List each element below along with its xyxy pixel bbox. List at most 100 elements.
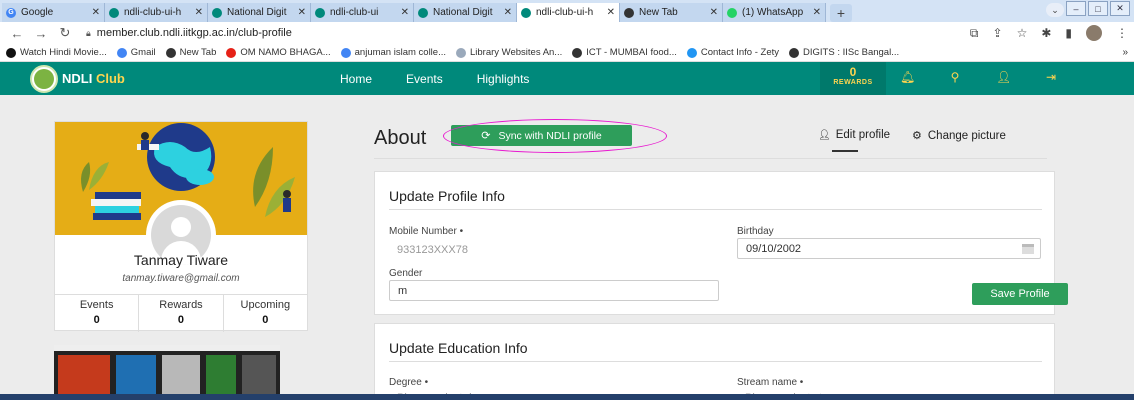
nav-link-highlights[interactable]: Highlights	[477, 72, 530, 86]
forward-icon[interactable]: →	[32, 26, 50, 41]
side-panel-icon[interactable]: ▮	[1065, 26, 1072, 40]
gender-field[interactable]: m	[389, 280, 719, 301]
gear-icon: ⚙	[912, 130, 922, 142]
profile-avatar-icon[interactable]	[1086, 25, 1102, 41]
search-icon[interactable]: ⚲	[948, 70, 962, 84]
user-icon[interactable]: 👤︎	[996, 70, 1011, 84]
card-heading: Update Education Info	[389, 340, 528, 356]
update-education-card: Update Education Info Degree • Please se…	[374, 323, 1055, 400]
bookmark-label: Contact Info - Zety	[700, 47, 780, 58]
bookmark-item[interactable]: ICT - MUMBAI food...	[572, 47, 677, 58]
browser-tab[interactable]: New Tab ✕	[620, 3, 723, 22]
browser-tab[interactable]: (1) WhatsApp ✕	[723, 3, 826, 22]
tab-close-icon[interactable]: ✕	[710, 7, 718, 18]
new-tab-button[interactable]: +	[830, 4, 852, 22]
tab-search-chevron-icon[interactable]: ⌄	[1046, 3, 1064, 17]
back-icon[interactable]: ←	[8, 26, 26, 41]
tab-close-icon[interactable]: ✕	[607, 7, 615, 18]
bookmark-favicon-icon	[572, 47, 583, 58]
browser-tab[interactable]: ndli-club-ui ✕	[311, 3, 414, 22]
browser-menu-icon[interactable]: ⋮	[1116, 26, 1128, 40]
tab-close-icon[interactable]: ✕	[401, 7, 409, 18]
user-icon: 👤︎	[818, 129, 831, 141]
profile-card: Tanmay Tiware tanmay.tiware@gmail.com Ev…	[54, 121, 308, 332]
bookmark-item[interactable]: Gmail	[116, 47, 156, 58]
nav-link-home[interactable]: Home	[340, 72, 372, 86]
bookmark-item[interactable]: Library Websites An...	[456, 47, 562, 58]
calendar-icon[interactable]	[1022, 244, 1034, 254]
highlight-thumbnail[interactable]	[54, 345, 280, 400]
stream-label: Stream name •	[737, 377, 804, 388]
share-icon[interactable]: ⇪	[993, 26, 1003, 40]
tab-title: New Tab	[639, 7, 678, 18]
birthday-field[interactable]: 09/10/2002	[737, 238, 1041, 259]
browser-tab[interactable]: G Google ✕	[2, 3, 105, 22]
bookmarks-overflow-icon[interactable]: »	[1122, 47, 1128, 58]
browser-tab[interactable]: ndli-club-ui-h ✕	[517, 3, 620, 22]
card-heading: Update Profile Info	[389, 188, 505, 204]
ndli-logo[interactable]	[30, 65, 58, 93]
browser-tab[interactable]: National Digit ✕	[414, 3, 517, 22]
bookmark-item[interactable]: anjuman islam colle...	[340, 47, 446, 58]
rewards-badge[interactable]: 0 REWARDS	[820, 62, 886, 95]
profile-email: tanmay.tiware@gmail.com	[122, 273, 240, 284]
sync-ndli-profile-button[interactable]: ⟳ Sync with NDLI profile	[451, 125, 632, 146]
close-window-button[interactable]: ✕	[1110, 1, 1130, 16]
rewards-count: 0	[849, 65, 857, 79]
bookmark-item[interactable]: Watch Hindi Movie...	[6, 47, 107, 58]
tab-title: (1) WhatsApp	[742, 7, 804, 18]
gender-label: Gender	[389, 268, 423, 279]
bookmark-favicon-icon	[686, 47, 697, 58]
brand-title[interactable]: NDLI Club	[62, 71, 125, 86]
install-app-icon[interactable]: ⧉	[970, 26, 979, 41]
bookmark-label: New Tab	[179, 47, 217, 58]
bookmarks-bar: Watch Hindi Movie... Gmail New Tab OM NAMO …	[0, 44, 1134, 62]
change-picture-tab[interactable]: ⚙ Change picture	[912, 129, 1006, 143]
bookmark-label: ICT - MUMBAI food...	[586, 47, 677, 58]
maximize-button[interactable]: □	[1088, 1, 1108, 16]
profile-stats: Events 0 Rewards 0 Upcoming 0	[55, 294, 307, 332]
bookmark-star-icon[interactable]: ☆	[1017, 26, 1028, 40]
extensions-puzzle-icon[interactable]: ✱	[1041, 26, 1051, 40]
nav-icon-group: 🔔︎ ⚲ 👤︎ ⇥	[900, 70, 1092, 84]
bookmark-item[interactable]: OM NAMO BHAGA...	[226, 47, 331, 58]
stat-upcoming: Upcoming 0	[224, 295, 307, 332]
tab-close-icon[interactable]: ✕	[813, 7, 821, 18]
url-text: member.club.ndli.iitkgp.ac.in/club-profi…	[96, 27, 292, 39]
url-field[interactable]: 🔒︎ member.club.ndli.iitkgp.ac.in/club-pr…	[86, 27, 292, 39]
tab-title: ndli-club-ui	[330, 7, 379, 18]
bookmark-item[interactable]: Contact Info - Zety	[686, 47, 780, 58]
bookmark-label: anjuman islam colle...	[354, 47, 446, 58]
tab-close-icon[interactable]: ✕	[298, 7, 306, 18]
bookmark-favicon-icon	[116, 47, 127, 58]
reload-icon[interactable]: ↻	[56, 25, 74, 41]
bookmark-item[interactable]: New Tab	[165, 47, 217, 58]
mobile-field[interactable]: 933123XXX78	[389, 240, 709, 261]
tab-title: National Digit	[433, 7, 493, 18]
change-picture-label: Change picture	[927, 129, 1006, 142]
bookmark-favicon-icon	[226, 47, 237, 58]
nav-link-events[interactable]: Events	[406, 72, 443, 86]
app-navbar: NDLI Club Home Events Highlights 0 REWAR…	[0, 62, 1134, 95]
tab-favicon-icon	[109, 7, 119, 18]
browser-tab[interactable]: ndli-club-ui-h ✕	[105, 3, 208, 22]
logout-icon[interactable]: ⇥	[1044, 70, 1058, 84]
browser-tab[interactable]: National Digit ✕	[208, 3, 311, 22]
tab-close-icon[interactable]: ✕	[92, 7, 100, 18]
minimize-button[interactable]: –	[1066, 1, 1086, 16]
tab-close-icon[interactable]: ✕	[195, 7, 203, 18]
divider	[374, 158, 1047, 159]
edit-profile-tab[interactable]: 👤︎ Edit profile	[818, 129, 890, 141]
profile-name: Tanmay Tiware	[133, 252, 229, 268]
bookmark-favicon-icon	[6, 47, 16, 58]
bookmark-item[interactable]: DIGITS : IISc Bangal...	[789, 47, 899, 58]
bookmark-favicon-icon	[789, 47, 800, 58]
stat-value: 0	[93, 314, 100, 326]
sync-icon: ⟳	[481, 130, 491, 142]
tab-close-icon[interactable]: ✕	[504, 7, 512, 18]
tab-favicon-icon	[727, 7, 737, 18]
tab-title: ndli-club-ui-h	[124, 7, 182, 18]
bell-icon[interactable]: 🔔︎	[900, 70, 915, 84]
stat-value: 0	[177, 314, 185, 326]
save-profile-button[interactable]: Save Profile	[972, 283, 1068, 305]
